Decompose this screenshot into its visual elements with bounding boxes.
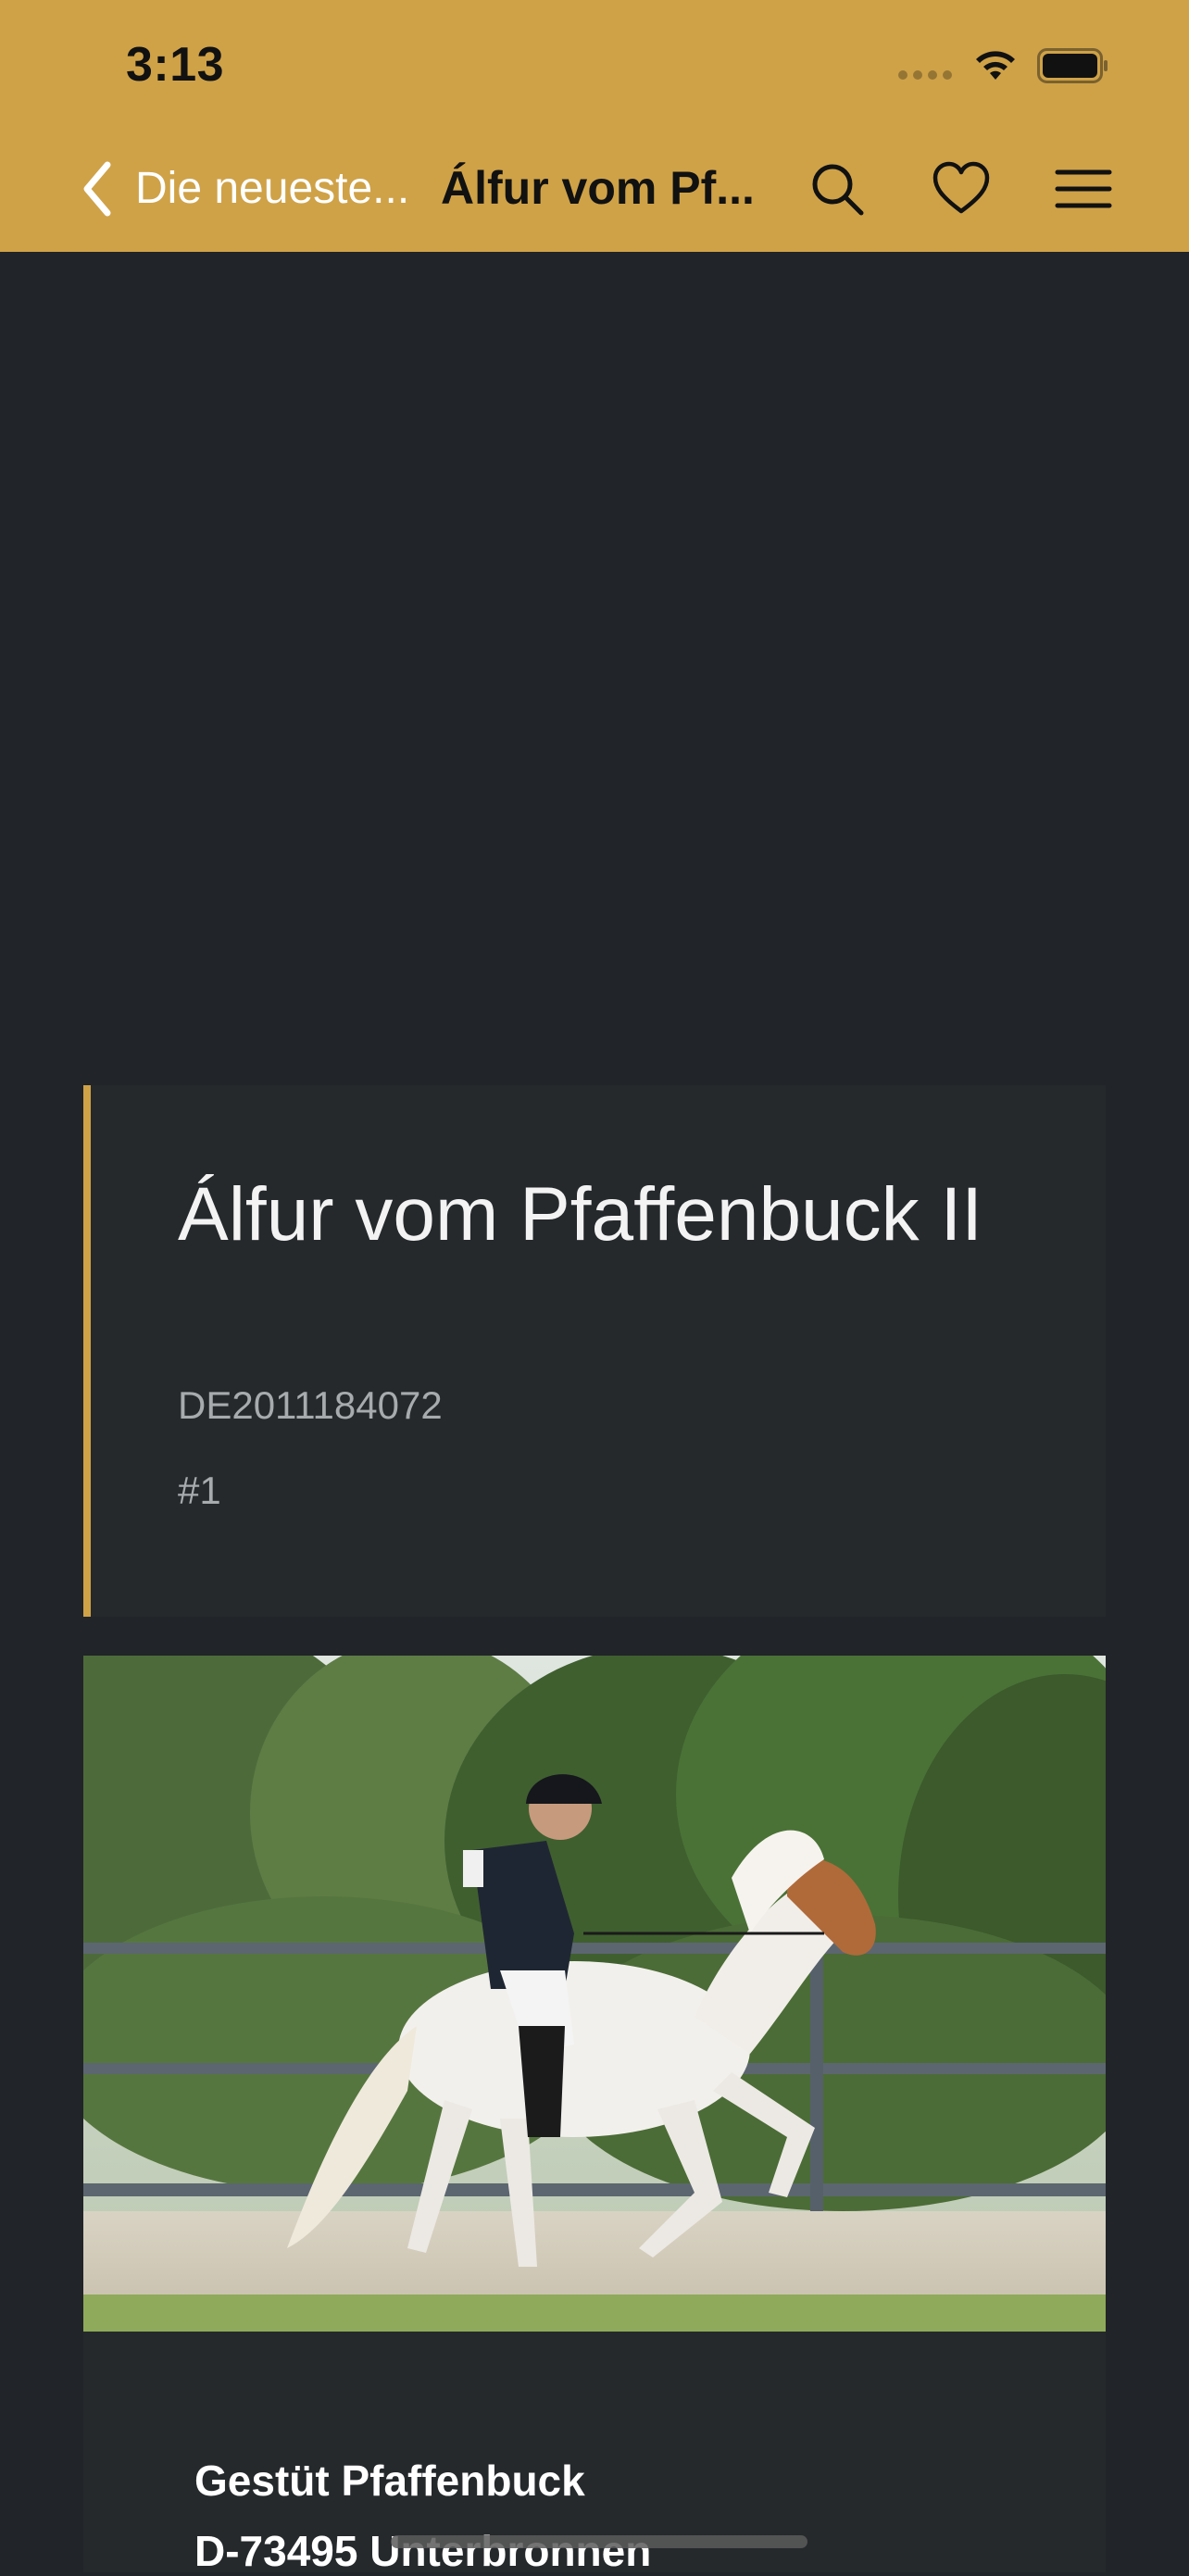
horse-registration: DE2011184072: [178, 1383, 443, 1427]
hero-placeholder: [0, 252, 1189, 1085]
nav-title: Álfur vom Pf...: [441, 162, 755, 214]
battery-icon: [1037, 48, 1108, 83]
card-accent-bar: [83, 1085, 91, 1617]
horse-rank: #1: [178, 1469, 221, 1512]
heart-icon[interactable]: [932, 159, 991, 219]
home-indicator[interactable]: [391, 2535, 807, 2548]
horse-photo[interactable]: [83, 1656, 1106, 2332]
back-chevron-icon[interactable]: [78, 159, 115, 219]
stud-name: Gestüt Pfaffenbuck: [194, 2457, 585, 2505]
menu-icon[interactable]: [1054, 159, 1113, 219]
top-bar: 3:13 Die neueste... Álfur vom Pf...: [0, 0, 1189, 252]
horse-rider-illustration: [83, 1656, 1106, 2332]
horse-info-card: Álfur vom Pfaffenbuck II DE2011184072 #1: [83, 1085, 1106, 1617]
wifi-icon: [976, 51, 1015, 80]
stud-address: D-73495 Unterbronnen: [194, 2527, 652, 2575]
cellular-signal-icon: [898, 70, 952, 80]
search-icon[interactable]: [807, 159, 867, 219]
back-button-label[interactable]: Die neueste...: [135, 163, 432, 214]
horse-name: Álfur vom Pfaffenbuck II: [178, 1172, 983, 1257]
status-time: 3:13: [126, 38, 225, 92]
